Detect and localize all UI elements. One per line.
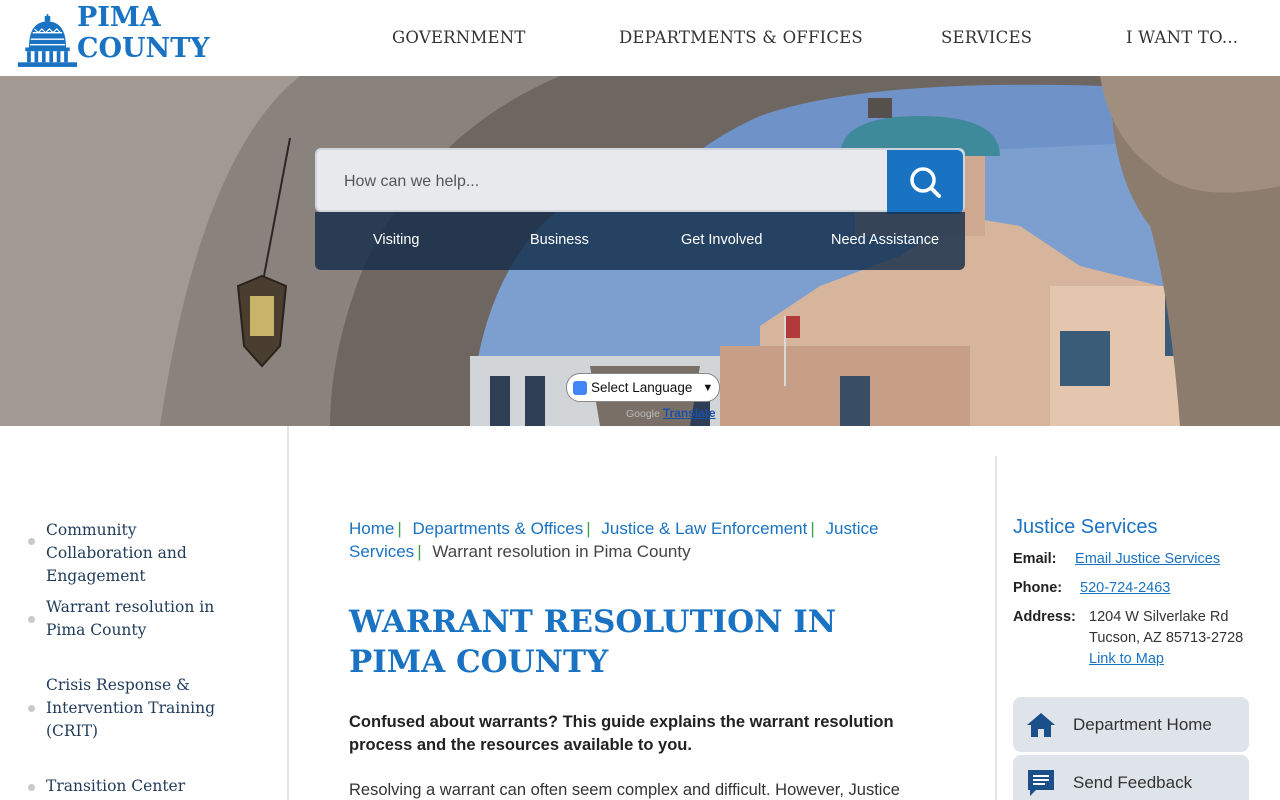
- sidebar-item-warrant-resolution[interactable]: Warrant resolution in Pima County: [46, 596, 246, 642]
- department-home-label: Department Home: [1073, 714, 1212, 734]
- search-button[interactable]: [887, 150, 963, 214]
- address-row: Address:: [1013, 609, 1076, 625]
- send-feedback-button[interactable]: Send Feedback: [1013, 755, 1249, 800]
- email-row: Email: Email Justice Services: [1013, 551, 1220, 567]
- chevron-down-icon: ▼: [702, 381, 714, 394]
- right-divider: [995, 456, 997, 800]
- lead-paragraph: Confused about warrants? This guide expl…: [349, 713, 894, 754]
- quick-link-get-involved[interactable]: Get Involved: [681, 232, 762, 248]
- home-icon: [1026, 710, 1056, 740]
- map-link[interactable]: Link to Map: [1089, 651, 1164, 667]
- bullet-icon: [28, 616, 35, 623]
- page-title: WARRANT RESOLUTION IN PIMA COUNTY: [349, 604, 837, 680]
- site-header: PIMA COUNTY GOVERNMENT DEPARTMENTS & OFF…: [0, 0, 1280, 76]
- bullet-icon: [28, 538, 35, 545]
- bullet-icon: [28, 784, 35, 791]
- contact-heading: Justice Services: [1013, 516, 1158, 538]
- address-block: 1204 W Silverlake Rd Tucson, AZ 85713-27…: [1089, 607, 1243, 670]
- breadcrumb-current: Warrant resolution in Pima County: [432, 542, 691, 561]
- search-input[interactable]: [344, 170, 864, 194]
- nav-i-want-to[interactable]: I WANT TO...: [1126, 28, 1238, 47]
- powered-by-google: Google Translate: [626, 406, 716, 420]
- address-label: Address:: [1013, 609, 1076, 625]
- google-wordmark: Google: [626, 408, 660, 420]
- department-home-button[interactable]: Department Home: [1013, 697, 1249, 752]
- email-link[interactable]: Email Justice Services: [1075, 551, 1220, 567]
- phone-label: Phone:: [1013, 580, 1063, 596]
- breadcrumb-departments-offices[interactable]: Departments & Offices: [413, 519, 584, 538]
- quick-link-visiting[interactable]: Visiting: [373, 232, 419, 248]
- logo-text: PIMA COUNTY: [76, 2, 210, 64]
- left-sidebar: Community Collaboration and Engagement W…: [0, 426, 289, 800]
- phone-row: Phone: 520-724-2463: [1013, 580, 1170, 596]
- pima-county-logo[interactable]: PIMA COUNTY: [16, 2, 286, 70]
- bullet-icon: [28, 705, 35, 712]
- search-icon: [910, 167, 941, 198]
- nav-government[interactable]: GOVERNMENT: [392, 28, 526, 47]
- quick-links-bar: Visiting Business Get Involved Need Assi…: [315, 212, 965, 270]
- google-translate-icon: [573, 380, 587, 395]
- address-line-2: Tucson, AZ 85713-2728: [1089, 630, 1244, 646]
- translate-link[interactable]: Translate: [663, 406, 716, 420]
- feedback-message-icon: [1026, 768, 1056, 798]
- language-select-label: Select Language: [591, 380, 693, 395]
- breadcrumb: Home | Departments & Offices | Justice & L…: [349, 519, 879, 561]
- send-feedback-label: Send Feedback: [1073, 772, 1193, 792]
- nav-departments-offices[interactable]: DEPARTMENTS & OFFICES: [619, 28, 863, 47]
- courthouse-dome-icon: [17, 14, 78, 67]
- search-box: [315, 148, 965, 214]
- quick-link-business[interactable]: Business: [530, 232, 589, 248]
- nav-services[interactable]: SERVICES: [941, 28, 1032, 47]
- sidebar-item-community-collaboration[interactable]: Community Collaboration and Engagement: [46, 519, 246, 588]
- sidebar-item-transition-center[interactable]: Transition Center: [46, 775, 246, 798]
- language-select[interactable]: Select Language ▼: [566, 373, 720, 402]
- email-label: Email:: [1013, 551, 1057, 567]
- breadcrumb-justice-law-enforcement[interactable]: Justice & Law Enforcement: [601, 519, 807, 538]
- phone-link[interactable]: 520-724-2463: [1080, 580, 1170, 596]
- breadcrumb-home[interactable]: Home: [349, 519, 394, 538]
- sidebar-item-crit[interactable]: Crisis Response & Intervention Training …: [46, 674, 246, 743]
- quick-link-need-assistance[interactable]: Need Assistance: [831, 232, 939, 248]
- search-panel: Visiting Business Get Involved Need Assi…: [315, 148, 965, 270]
- body-paragraph: Resolving a warrant can often seem compl…: [349, 781, 900, 799]
- address-line-1: 1204 W Silverlake Rd: [1089, 609, 1229, 625]
